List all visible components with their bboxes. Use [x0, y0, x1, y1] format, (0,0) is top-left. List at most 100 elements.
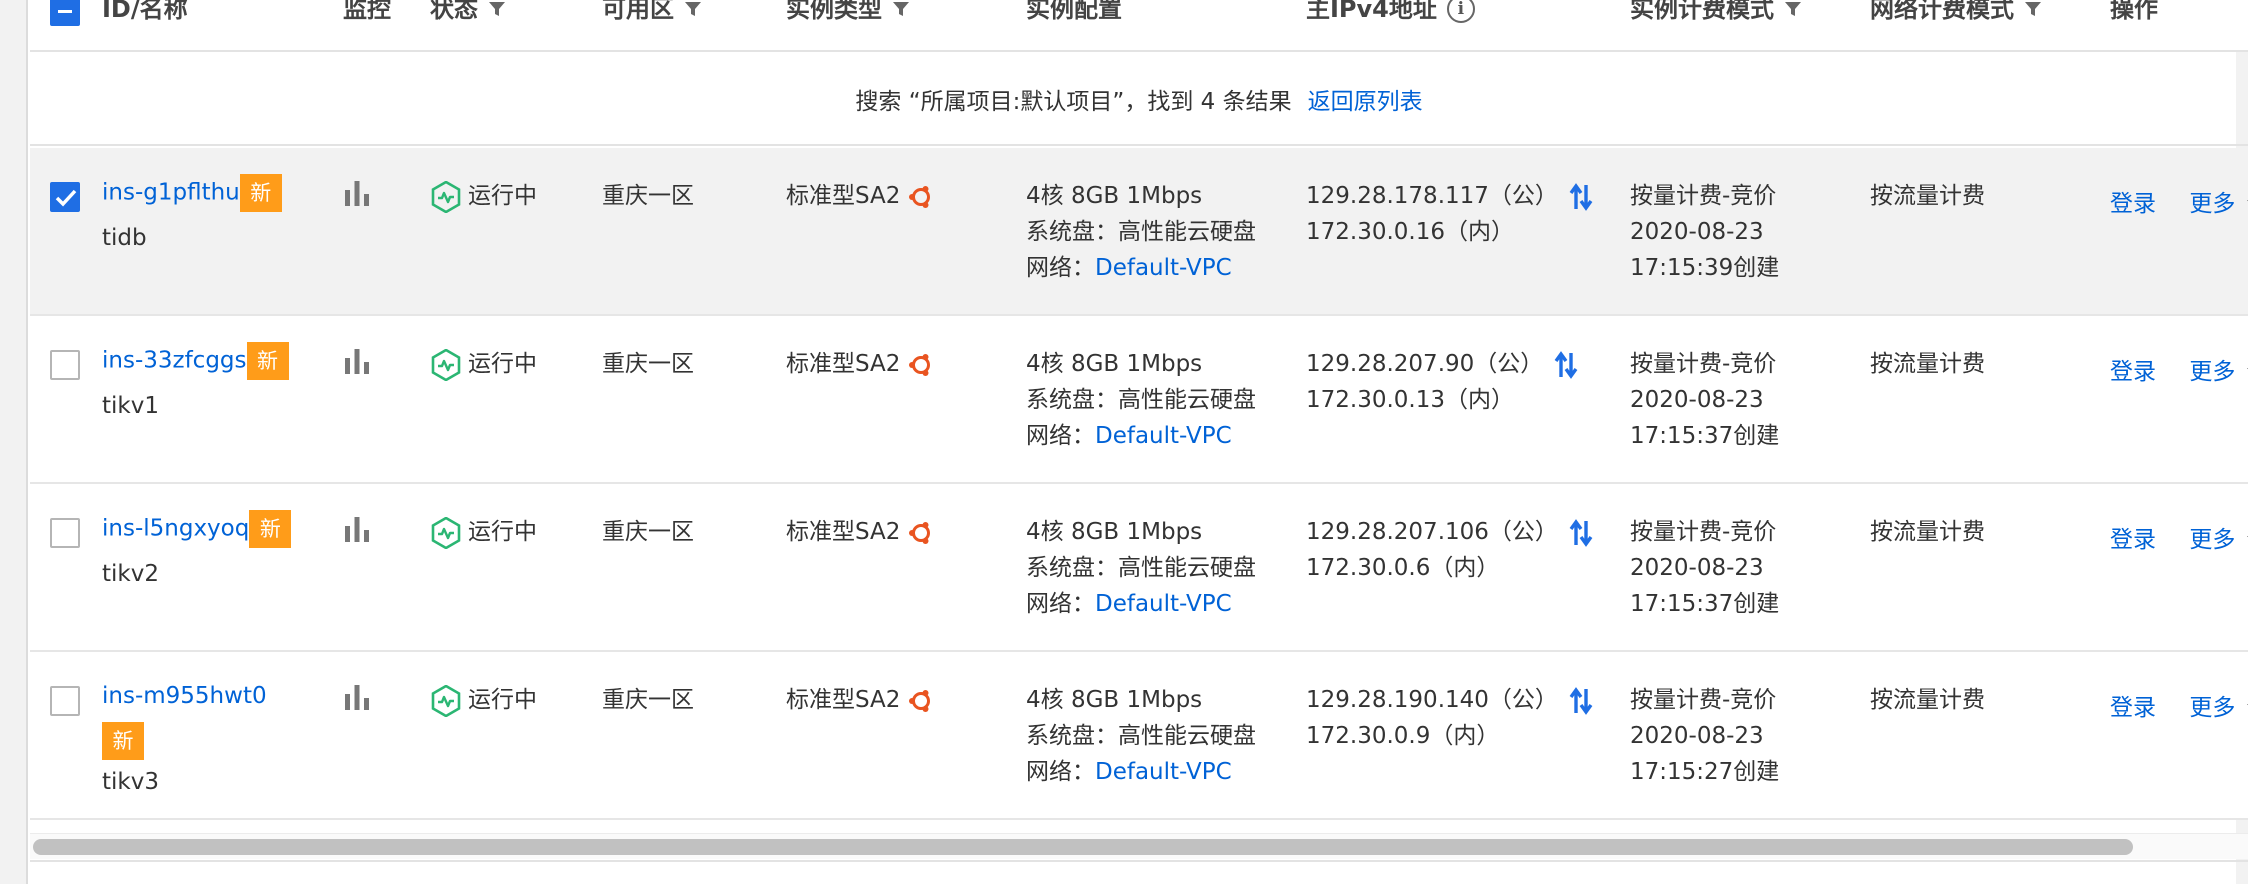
created-date: 2020-08-23 — [1630, 387, 1764, 413]
ip-public-line: 129.28.207.106（公） — [1306, 514, 1594, 550]
login-link[interactable]: 登录 — [2110, 527, 2156, 553]
config-line-cpu: 4核 8GB 1Mbps — [1026, 687, 1203, 713]
bar-chart-icon[interactable] — [343, 684, 371, 710]
created-date: 2020-08-23 — [1630, 555, 1764, 581]
instance-type-cell: 标准型SA2 — [786, 514, 934, 550]
header-monitor: 监控 — [343, 0, 391, 23]
new-badge: 新 — [239, 174, 282, 212]
back-to-list-link[interactable]: 返回原列表 — [1308, 82, 1423, 116]
instance-id-link[interactable]: ins-33zfcggs — [102, 348, 247, 374]
header-instance-type[interactable]: 实例类型 — [786, 0, 910, 22]
vpc-link[interactable]: Default-VPC — [1095, 759, 1232, 785]
row-checkbox[interactable] — [50, 518, 80, 548]
header-id-name: ID/名称 — [102, 0, 188, 23]
row-checkbox[interactable] — [50, 350, 80, 380]
bar-chart-icon[interactable] — [343, 180, 371, 206]
instance-id-cell: ins-m955hwt0 新 — [102, 678, 272, 760]
header-zone[interactable]: 可用区 — [602, 0, 702, 22]
row-checkbox[interactable] — [50, 182, 80, 212]
vpc-link[interactable]: Default-VPC — [1095, 423, 1232, 449]
billing-cell: 按量计费-竞价 2020-08-23 17:15:27创建 — [1630, 682, 1779, 790]
config-line-network: 网络：Default-VPC — [1026, 754, 1256, 790]
row-checkbox[interactable] — [50, 686, 80, 716]
more-dropdown[interactable]: 更多 — [2189, 359, 2248, 385]
ip-private: 172.30.0.13（内） — [1306, 387, 1514, 413]
running-status-icon — [431, 516, 461, 549]
instance-config-cell: 4核 8GB 1Mbps 系统盘：高性能云硬盘 网络：Default-VPC — [1026, 346, 1256, 454]
header-primary-ipv4: 主IPv4地址 i — [1306, 0, 1475, 23]
select-all-checkbox[interactable] — [50, 0, 80, 26]
table-row: ins-g1pflthu 新 tidb 运行中 重庆一区 标准型SA2 4核 8… — [30, 148, 2248, 316]
instance-name: tikv3 — [102, 769, 159, 795]
ip-cell: 129.28.207.90（公） 172.30.0.13（内） — [1306, 346, 1579, 418]
filter-icon[interactable] — [488, 0, 506, 18]
vpc-link[interactable]: Default-VPC — [1095, 591, 1232, 617]
login-link[interactable]: 登录 — [2110, 191, 2156, 217]
instance-id-cell: ins-g1pflthu 新 — [102, 174, 282, 212]
login-link[interactable]: 登录 — [2110, 359, 2156, 385]
ip-public: 129.28.190.140（公） — [1306, 687, 1558, 713]
billing-mode: 按量计费-竞价 — [1630, 351, 1777, 377]
table-row: ins-m955hwt0新 tikv3 运行中 重庆一区 标准型SA2 4核 — [30, 652, 2248, 820]
created-time: 17:15:39创建 — [1630, 255, 1780, 281]
more-label: 更多 — [2189, 695, 2236, 721]
header-instance-config: 实例配置 — [1026, 0, 1122, 23]
actions-cell: 登录 更多 — [2110, 354, 2248, 390]
ubuntu-icon — [908, 689, 930, 712]
billing-mode: 按量计费-竞价 — [1630, 687, 1777, 713]
ip-public-line: 129.28.178.117（公） — [1306, 178, 1594, 214]
vpc-link[interactable]: Default-VPC — [1095, 255, 1232, 281]
instance-type-cell: 标准型SA2 — [786, 682, 934, 718]
ubuntu-icon — [908, 521, 930, 544]
header-status[interactable]: 状态 — [430, 0, 506, 22]
more-dropdown[interactable]: 更多 — [2189, 191, 2248, 217]
status-text: 运行中 — [468, 351, 537, 377]
network-billing-cell: 按流量计费 — [1870, 519, 1985, 545]
status-text: 运行中 — [468, 183, 537, 209]
bar-chart-icon[interactable] — [343, 516, 371, 542]
billing-cell: 按量计费-竞价 2020-08-23 17:15:37创建 — [1630, 514, 1779, 622]
config-line-disk: 系统盘：高性能云硬盘 — [1026, 219, 1256, 245]
actions-cell: 登录 更多 — [2110, 186, 2248, 222]
billing-mode: 按量计费-竞价 — [1630, 183, 1777, 209]
swap-ip-icon[interactable] — [1568, 686, 1594, 715]
new-badge: 新 — [102, 722, 144, 760]
more-dropdown[interactable]: 更多 — [2189, 695, 2248, 721]
filter-icon[interactable] — [684, 0, 702, 18]
bar-chart-icon[interactable] — [343, 348, 371, 374]
instance-id-link[interactable]: ins-g1pflthu — [102, 180, 240, 206]
info-icon[interactable]: i — [1446, 0, 1475, 23]
running-status-icon — [431, 684, 461, 717]
header-network-billing[interactable]: 网络计费模式 — [1870, 0, 2042, 22]
filter-icon[interactable] — [1784, 0, 1802, 18]
instance-type-text: 标准型SA2 — [786, 183, 901, 209]
instance-id-link[interactable]: ins-l5ngxyoq — [102, 516, 249, 542]
network-billing-cell: 按流量计费 — [1870, 183, 1985, 209]
ip-cell: 129.28.190.140（公） 172.30.0.9（内） — [1306, 682, 1594, 754]
more-dropdown[interactable]: 更多 — [2189, 527, 2248, 553]
billing-cell: 按量计费-竞价 2020-08-23 17:15:39创建 — [1630, 178, 1779, 286]
ip-cell: 129.28.207.106（公） 172.30.0.6（内） — [1306, 514, 1594, 586]
network-label: 网络： — [1026, 423, 1095, 449]
instance-config-cell: 4核 8GB 1Mbps 系统盘：高性能云硬盘 网络：Default-VPC — [1026, 682, 1256, 790]
login-link[interactable]: 登录 — [2110, 695, 2156, 721]
swap-ip-icon[interactable] — [1568, 518, 1594, 547]
config-line-network: 网络：Default-VPC — [1026, 586, 1256, 622]
instance-id-link[interactable]: ins-m955hwt0 — [102, 683, 267, 709]
new-badge: 新 — [246, 342, 289, 380]
config-line-disk: 系统盘：高性能云硬盘 — [1026, 723, 1256, 749]
network-billing-cell: 按流量计费 — [1870, 351, 1985, 377]
header-billing-mode[interactable]: 实例计费模式 — [1630, 0, 1802, 22]
running-status-icon — [431, 180, 461, 213]
scrollbar-thumb[interactable] — [33, 839, 2133, 855]
swap-ip-icon[interactable] — [1568, 182, 1594, 211]
filter-icon[interactable] — [892, 0, 910, 18]
horizontal-scrollbar[interactable] — [30, 833, 2248, 859]
swap-ip-icon[interactable] — [1553, 350, 1579, 379]
billing-mode: 按量计费-竞价 — [1630, 519, 1777, 545]
instance-type-text: 标准型SA2 — [786, 687, 901, 713]
status-cell: 运行中 — [430, 682, 537, 718]
config-line-cpu: 4核 8GB 1Mbps — [1026, 183, 1203, 209]
header-actions: 操作 — [2110, 0, 2158, 23]
filter-icon[interactable] — [2024, 0, 2042, 18]
